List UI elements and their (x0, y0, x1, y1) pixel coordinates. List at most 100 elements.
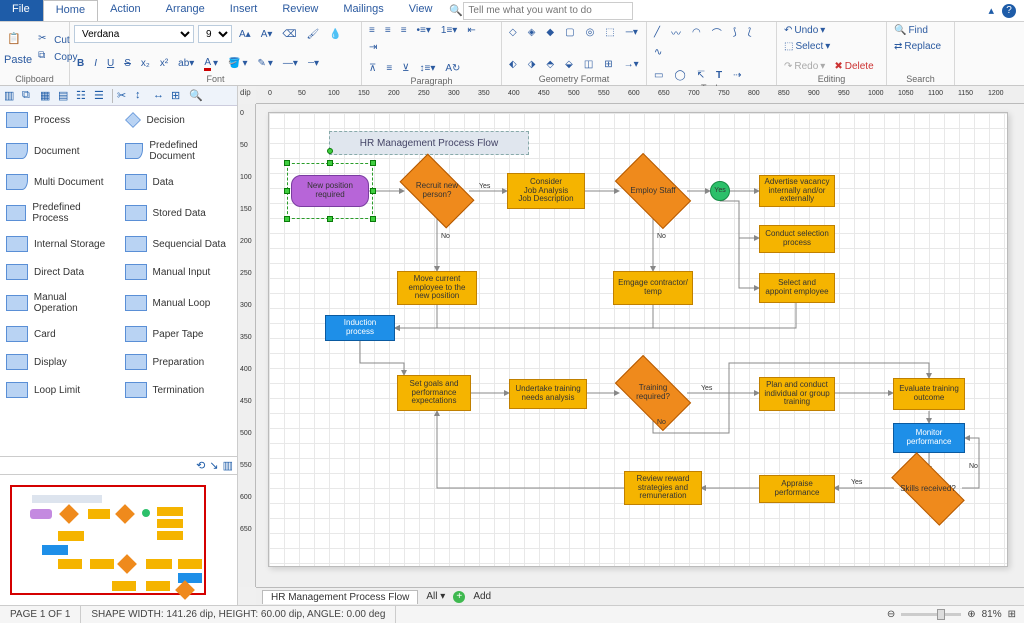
tool-pointer[interactable]: ↸ (694, 69, 708, 82)
zoom-in-button[interactable]: ⊕ (967, 609, 975, 620)
shape-item-multi-document[interactable]: Multi Document (0, 168, 119, 196)
st-icon-4[interactable]: ▤ (58, 89, 72, 103)
highlight-button[interactable]: ab▾ (175, 57, 197, 70)
eyedropper-button[interactable]: 💧 (326, 28, 344, 41)
shape-item-card[interactable]: Card (0, 320, 119, 348)
tool-rect[interactable]: ▭ (651, 69, 666, 82)
shape-item-stored-data[interactable]: Stored Data (119, 196, 238, 230)
superscript-button[interactable]: x² (157, 57, 171, 70)
text-direction-button[interactable]: A↻ (442, 62, 463, 75)
geom-btn-8[interactable]: ⬗ (525, 58, 539, 71)
node-monitor[interactable]: Monitor performance (893, 423, 965, 453)
st-icon-10[interactable]: ⊞ (171, 89, 185, 103)
shape-item-internal-storage[interactable]: Internal Storage (0, 230, 119, 258)
shape-item-preparation[interactable]: Preparation (119, 348, 238, 376)
minimize-icon[interactable]: ▴ (988, 4, 994, 17)
node-recruit-decision[interactable]: Recruit new person? (404, 171, 470, 211)
align-bottom-button[interactable]: ⊻ (399, 62, 412, 75)
select-button[interactable]: ⬚Select ▾ (781, 40, 833, 53)
tell-me-search[interactable]: 🔍 (449, 0, 633, 21)
node-evaluate[interactable]: Evaluate training outcome (893, 378, 965, 410)
st-icon-6[interactable]: ☰ (94, 89, 108, 103)
line-spacing-button[interactable]: ↕≡▾ (417, 62, 439, 75)
line-color-button[interactable]: ✎▾ (255, 57, 276, 70)
geom-btn-5[interactable]: ◎ (583, 26, 598, 39)
sheet-tab-all[interactable]: All ▾ (426, 591, 445, 602)
geom-btn-10[interactable]: ⬙ (562, 58, 576, 71)
help-icon[interactable]: ? (1002, 4, 1016, 18)
geom-arrow-button[interactable]: →▾ (621, 58, 642, 71)
st-icon-9[interactable]: ↔ (153, 89, 167, 103)
geom-btn-3[interactable]: ◆ (543, 26, 557, 39)
align-left-button[interactable]: ≡ (366, 24, 378, 37)
clear-format-button[interactable]: ⌫ (279, 28, 299, 41)
align-middle-button[interactable]: ≡ (383, 62, 395, 75)
menu-tab-arrange[interactable]: Arrange (154, 0, 218, 21)
geom-btn-9[interactable]: ⬘ (543, 58, 557, 71)
tool-ellipse[interactable]: ◯ (671, 69, 688, 82)
node-set-goals[interactable]: Set goals and performance expectations (397, 375, 471, 411)
strike-button[interactable]: S (121, 57, 134, 70)
find-button[interactable]: 🔍Find (891, 24, 931, 37)
shape-item-manual-loop[interactable]: Manual Loop (119, 286, 238, 320)
decrease-font-button[interactable]: A▾ (258, 28, 276, 41)
tool-line[interactable]: ╱ (651, 26, 663, 39)
menu-file[interactable]: File (0, 0, 43, 21)
tool-arc2[interactable]: ⌒ (709, 24, 725, 41)
shape-item-termination[interactable]: Termination (119, 376, 238, 404)
geom-btn-2[interactable]: ◈ (525, 26, 539, 39)
tool-arc1[interactable]: ◠ (689, 26, 704, 39)
node-advertise[interactable]: Advertise vacancy internally and/or exte… (759, 175, 835, 207)
node-move-employee[interactable]: Move current employee to the new positio… (397, 271, 477, 305)
zoom-slider[interactable] (901, 613, 961, 616)
menu-tab-view[interactable]: View (397, 0, 446, 21)
node-consider[interactable]: Consider Job Analysis Job Description (507, 173, 585, 209)
shape-item-predefined-document[interactable]: Predefined Document (119, 134, 238, 168)
drawing-page[interactable]: HR Management Process Flow (268, 112, 1008, 567)
italic-button[interactable]: I (91, 57, 100, 70)
tool-text[interactable]: T (713, 69, 725, 82)
dash-style-button[interactable]: ┄▾ (305, 57, 322, 70)
st-icon-5[interactable]: ☷ (76, 89, 90, 103)
tool-arc4[interactable]: ⟅ (745, 26, 755, 39)
line-style-button[interactable]: —▾ (280, 57, 301, 70)
tool-curve[interactable]: 〰 (668, 24, 684, 41)
add-sheet-label[interactable]: Add (473, 591, 491, 602)
geom-btn-4[interactable]: ▢ (562, 26, 577, 39)
increase-font-button[interactable]: A▴ (236, 28, 254, 41)
format-painter-button[interactable]: 🖌 (304, 28, 323, 41)
geom-btn-11[interactable]: ◫ (581, 58, 596, 71)
canvas[interactable]: dip 050100150200250300350400450500550600… (238, 86, 1024, 605)
diagram-title[interactable]: HR Management Process Flow (329, 131, 529, 155)
node-training-needs[interactable]: Undertake training needs analysis (509, 379, 587, 409)
st-icon-11[interactable]: 🔍 (189, 89, 203, 103)
page-preview[interactable] (0, 474, 237, 605)
menu-tab-insert[interactable]: Insert (218, 0, 271, 21)
footer-icon-1[interactable]: ⟲ (196, 459, 205, 472)
fit-page-button[interactable]: ⊞ (1008, 609, 1016, 620)
bullets-button[interactable]: •≡▾ (414, 24, 434, 37)
node-employ-staff[interactable]: Employ Staff (619, 171, 687, 211)
tool-connector[interactable]: ⇢ (730, 69, 744, 82)
indent-inc-button[interactable]: ⇥ (366, 41, 380, 54)
menu-tab-action[interactable]: Action (98, 0, 154, 21)
node-yes-circle[interactable]: Yes (710, 181, 730, 201)
align-top-button[interactable]: ⊼ (366, 62, 379, 75)
node-training-required[interactable]: Training required? (619, 373, 687, 413)
menu-tab-mailings[interactable]: Mailings (331, 0, 396, 21)
underline-button[interactable]: U (104, 57, 117, 70)
font-color-button[interactable]: A▾ (201, 56, 221, 72)
st-icon-1[interactable]: ▥ (4, 89, 18, 103)
shape-item-manual-operation[interactable]: Manual Operation (0, 286, 119, 320)
st-icon-7[interactable]: ✂ (117, 89, 131, 103)
tool-free[interactable]: ∿ (651, 46, 665, 59)
geom-btn-7[interactable]: ⬖ (506, 58, 520, 71)
zoom-out-button[interactable]: ⊖ (887, 609, 895, 620)
shape-item-loop-limit[interactable]: Loop Limit (0, 376, 119, 404)
st-icon-2[interactable]: ⧉ (22, 89, 36, 103)
node-induction[interactable]: Induction process (325, 315, 395, 341)
bold-button[interactable]: B (74, 57, 87, 70)
shape-item-decision[interactable]: Decision (119, 106, 238, 134)
paste-button[interactable]: 📋 Paste (4, 32, 32, 66)
shape-item-display[interactable]: Display (0, 348, 119, 376)
